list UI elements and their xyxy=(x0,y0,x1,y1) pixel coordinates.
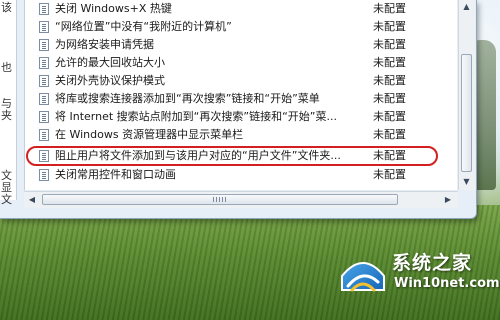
description-fragment: 也 xyxy=(1,61,12,74)
policy-name: “网络位置”中没有“我附近的计算机” xyxy=(55,20,232,33)
policy-row[interactable]: 允许的最大回收站大小 未配置 xyxy=(25,54,457,72)
policy-name: 阻止用户将文件添加到与该用户对应的“用户文件”文件夹... xyxy=(55,149,341,162)
description-pane: 该 也 与 夹 文 显 文 xyxy=(0,0,17,206)
policy-setting-icon xyxy=(39,21,49,33)
logo-subtitle: Win10net.com xyxy=(394,276,500,291)
policy-row[interactable]: “网络位置”中没有“我附近的计算机” 未配置 xyxy=(25,18,457,36)
vertical-scroll-thumb[interactable] xyxy=(461,54,472,172)
policy-setting-icon xyxy=(39,75,49,87)
scroll-right-arrow-icon[interactable]: ▶ xyxy=(442,194,454,205)
policy-name: 将库或搜索连接器添加到“再次搜索”链接和“开始”菜单 xyxy=(55,92,320,105)
policy-setting-icon xyxy=(39,93,49,105)
logo-title: 系统之家 xyxy=(392,252,473,274)
horizontal-scroll-thumb[interactable] xyxy=(42,194,398,205)
policy-setting-icon xyxy=(39,111,49,123)
description-fragment: 夹 xyxy=(1,109,12,122)
policy-name: 关闭常用控件和窗口动画 xyxy=(55,168,176,181)
policy-name: 关闭外壳协议保护模式 xyxy=(55,74,165,87)
policy-state: 未配置 xyxy=(373,149,406,162)
policy-row[interactable]: 关闭常用控件和窗口动画 未配置 xyxy=(25,166,457,184)
policy-row[interactable]: 为网络安装申请凭据 未配置 xyxy=(25,36,457,54)
policy-setting-icon xyxy=(39,57,49,69)
scroll-up-arrow-icon[interactable]: ▲ xyxy=(461,2,472,12)
logo-house-icon xyxy=(341,262,385,292)
policy-row[interactable]: 将 Internet 搜索站点附加到“再次搜索”链接和“开始”菜... 未配置 xyxy=(25,108,457,126)
policy-state: 未配置 xyxy=(373,74,406,87)
group-policy-window: 该 也 与 夹 文 显 文 关闭 Windows+X 热键 未配置 “网络位置”… xyxy=(0,0,477,219)
policy-state: 未配置 xyxy=(373,38,406,51)
policy-list: 关闭 Windows+X 热键 未配置 “网络位置”中没有“我附近的计算机” 未… xyxy=(24,0,457,190)
policy-setting-icon xyxy=(39,129,49,141)
scroll-left-arrow-icon[interactable]: ◀ xyxy=(26,194,38,205)
policy-name: 关闭 Windows+X 热键 xyxy=(55,2,172,15)
scroll-grip-icon xyxy=(213,197,227,202)
horizontal-scrollbar[interactable]: ◀ ▶ xyxy=(24,191,458,208)
description-fragment: 文 xyxy=(1,193,12,206)
policy-row[interactable]: 在 Windows 资源管理器中显示菜单栏 未配置 xyxy=(25,126,457,144)
policy-setting-icon xyxy=(39,169,49,181)
policy-state: 未配置 xyxy=(373,110,406,123)
scroll-down-arrow-icon[interactable]: ▼ xyxy=(461,177,472,187)
policy-setting-icon xyxy=(39,150,49,162)
policy-name: 在 Windows 资源管理器中显示菜单栏 xyxy=(55,128,244,141)
policy-row-highlighted[interactable]: 阻止用户将文件添加到与该用户对应的“用户文件”文件夹... 未配置 xyxy=(25,147,457,165)
policy-row[interactable]: 关闭 Windows+X 热键 未配置 xyxy=(25,0,457,18)
vertical-scrollbar[interactable]: ▲ ▼ xyxy=(458,0,475,190)
policy-state: 未配置 xyxy=(373,56,406,69)
site-watermark-logo: 系统之家 Win10net.com xyxy=(338,246,500,316)
policy-state: 未配置 xyxy=(373,92,406,105)
policy-name: 为网络安装申请凭据 xyxy=(55,38,154,51)
policy-state: 未配置 xyxy=(373,2,406,15)
policy-row[interactable]: 关闭外壳协议保护模式 未配置 xyxy=(25,72,457,90)
policy-state: 未配置 xyxy=(373,168,406,181)
policy-setting-icon xyxy=(39,39,49,51)
policy-row[interactable]: 将库或搜索连接器添加到“再次搜索”链接和“开始”菜单 未配置 xyxy=(25,90,457,108)
policy-name: 允许的最大回收站大小 xyxy=(55,56,165,69)
policy-state: 未配置 xyxy=(373,20,406,33)
policy-setting-icon xyxy=(39,3,49,15)
description-fragment: 该 xyxy=(1,1,12,14)
policy-state: 未配置 xyxy=(373,128,406,141)
policy-name: 将 Internet 搜索站点附加到“再次搜索”链接和“开始”菜... xyxy=(55,110,337,123)
